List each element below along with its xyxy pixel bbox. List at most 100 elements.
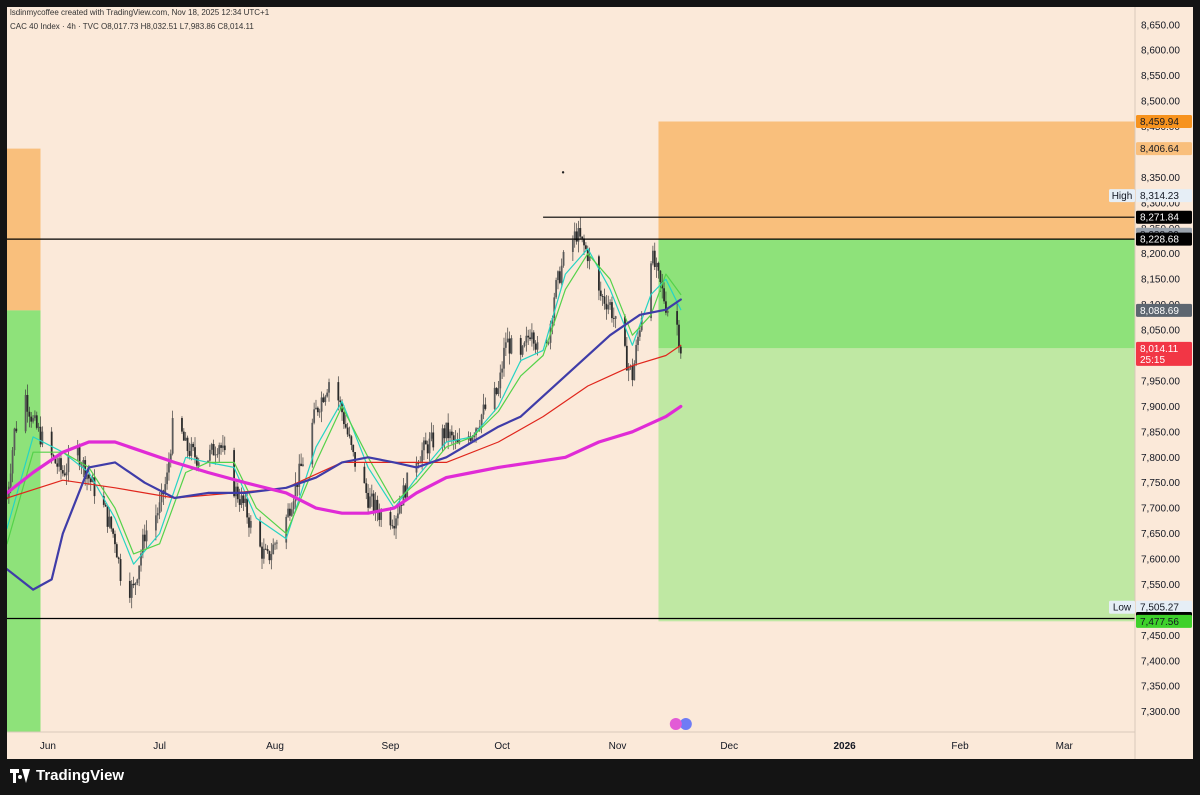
candle-body	[389, 512, 392, 526]
candle-body	[190, 443, 193, 456]
candle-body	[268, 551, 271, 561]
candle-body	[625, 345, 628, 371]
price-badge-label: Low	[1113, 603, 1132, 614]
candle-body	[315, 407, 317, 410]
candle-body	[194, 447, 196, 458]
candle-body	[65, 472, 68, 476]
candle-body	[216, 454, 219, 455]
candle-body	[184, 437, 187, 441]
zone-3	[658, 239, 1135, 349]
candle-body	[374, 499, 377, 512]
x-tick-label: Sep	[382, 741, 400, 752]
candle-body	[158, 502, 161, 514]
candle-body	[143, 534, 146, 542]
price-badge-value: 8,459.94	[1140, 117, 1179, 128]
candle-body	[186, 437, 189, 452]
candle-body	[504, 342, 507, 348]
candle-body	[635, 344, 638, 364]
candle-body	[497, 388, 500, 395]
y-tick-label: 7,550.00	[1141, 580, 1180, 591]
candle-body	[506, 338, 509, 343]
candle-body	[575, 231, 578, 242]
candle-body	[259, 521, 262, 547]
candle-body	[264, 548, 267, 550]
chart-area[interactable]: 8,650.008,600.008,550.008,500.008,450.00…	[7, 7, 1193, 759]
candle-body	[156, 513, 159, 516]
candle-body	[15, 428, 18, 432]
candle-body	[11, 450, 14, 474]
candle-body	[527, 335, 530, 338]
candle-body	[214, 454, 217, 456]
candle-body	[218, 445, 221, 455]
candle-body	[396, 513, 399, 519]
candle-body	[450, 431, 453, 436]
candle-body	[35, 415, 38, 428]
candle-body	[344, 424, 347, 428]
y-tick-label: 8,550.00	[1141, 71, 1180, 82]
candle-body	[114, 533, 116, 545]
candle-body	[37, 426, 40, 428]
tradingview-brand-text: TradingView	[36, 767, 125, 784]
candle-body	[242, 495, 245, 504]
zones-layer	[7, 121, 1135, 733]
candle-body	[181, 418, 183, 432]
candle-body	[365, 483, 368, 493]
candle-body	[39, 426, 42, 445]
candle-body	[598, 256, 600, 291]
zone-1	[7, 310, 41, 733]
candle-body	[443, 428, 446, 439]
tradingview-logo[interactable]: TradingView	[10, 767, 124, 784]
zone-4	[658, 348, 1135, 622]
candle-body	[614, 316, 617, 319]
candle-body	[110, 516, 113, 529]
candle-body	[536, 342, 539, 350]
candle-body	[240, 495, 243, 505]
x-tick-label: Jun	[40, 741, 56, 752]
candle-body	[432, 432, 435, 448]
candle-body	[106, 506, 109, 527]
candle-body	[441, 428, 444, 448]
candle-body	[659, 270, 662, 283]
candle-body	[679, 346, 682, 354]
candle-body	[430, 432, 433, 439]
candle-body	[350, 436, 353, 445]
price-badge-value: 8,014.11	[1140, 344, 1179, 355]
candle-body	[421, 450, 423, 462]
candle-body	[272, 544, 275, 555]
candle-body	[210, 444, 213, 450]
candle-body	[58, 458, 61, 467]
x-tick-label: Dec	[720, 741, 738, 752]
candle-body	[316, 407, 319, 413]
candle-body	[612, 318, 615, 319]
chart-canvas[interactable]: 8,650.008,600.008,550.008,500.008,450.00…	[7, 7, 1193, 759]
candle-body	[168, 462, 170, 473]
candle-body	[532, 332, 535, 344]
price-badge-value: 8,088.69	[1140, 306, 1179, 317]
candle-body	[663, 288, 665, 302]
y-tick-label: 7,350.00	[1141, 682, 1180, 693]
candle-body	[276, 542, 278, 544]
y-tick-label: 8,150.00	[1141, 275, 1180, 286]
candle-body	[130, 583, 133, 598]
candle-body	[266, 549, 269, 552]
candle-body	[61, 470, 64, 474]
candle-body	[562, 251, 565, 266]
price-badge-value: 8,406.64	[1140, 144, 1179, 155]
candle-body	[28, 411, 31, 417]
candle-body	[222, 445, 224, 448]
candle-body	[445, 422, 448, 439]
candle-body	[197, 462, 200, 466]
candle-body	[112, 528, 114, 534]
candle-body	[348, 434, 351, 437]
zone-2	[658, 121, 1135, 240]
candle-body	[328, 382, 330, 393]
x-tick-label: Aug	[266, 741, 284, 752]
candle-body	[601, 296, 604, 297]
candle-body	[343, 412, 345, 425]
candle-body	[653, 250, 656, 267]
candle-body	[352, 444, 355, 453]
candle-body	[652, 250, 654, 264]
candle-body	[426, 444, 429, 454]
candle-body	[447, 422, 450, 439]
candle-body	[531, 332, 533, 340]
